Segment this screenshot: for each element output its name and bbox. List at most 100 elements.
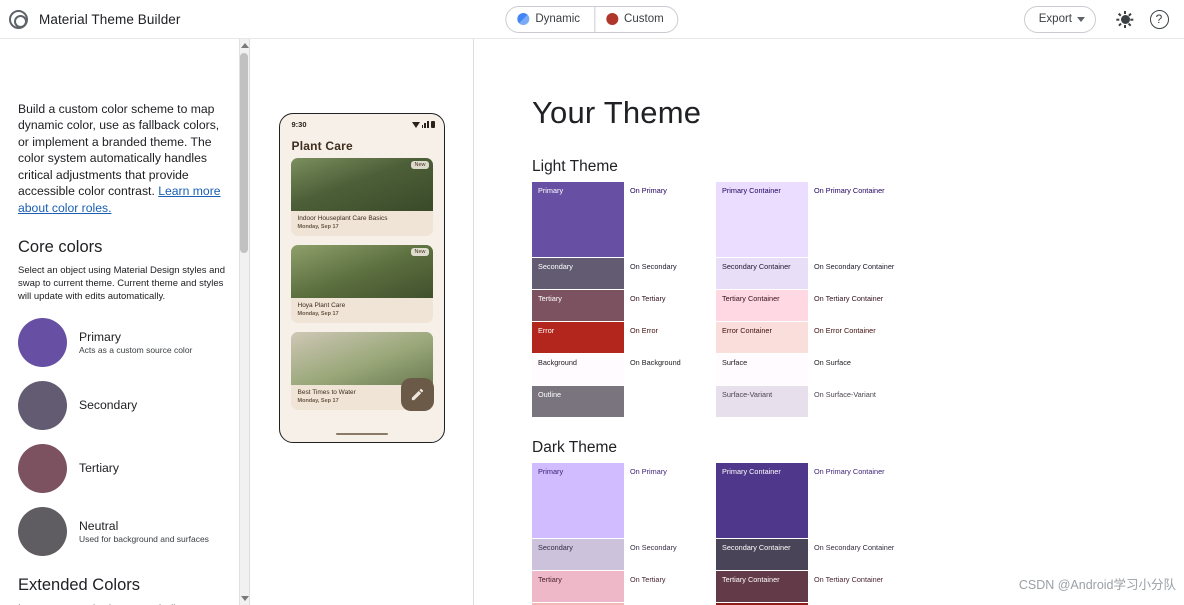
swatch-cell[interactable]: On Primary	[624, 463, 716, 538]
swatch-cell[interactable]: On Secondary Container	[808, 258, 900, 289]
swatch-cell[interactable]: Tertiary	[532, 290, 624, 321]
table-row: Primary On Primary Primary Container On …	[532, 182, 900, 257]
swatch-cell[interactable]: On Surface	[808, 354, 900, 385]
swatch-cell[interactable]	[624, 386, 716, 417]
primary-color-name: Primary	[79, 329, 121, 344]
swatch-cell[interactable]: On Secondary	[624, 258, 716, 289]
core-color-item-secondary[interactable]: Secondary	[18, 380, 231, 430]
help-button[interactable]: ?	[1142, 2, 1176, 36]
intro-paragraph: Build a custom color scheme to map dynam…	[18, 39, 231, 216]
brightness-icon	[1117, 10, 1134, 28]
signal-icon	[411, 121, 420, 128]
swatch-cell[interactable]: Error	[532, 322, 624, 353]
preview-card-1[interactable]: New Indoor Houseplant Care Basics Monday…	[290, 158, 433, 236]
tertiary-color-name: Tertiary	[79, 461, 119, 476]
swatch-cell[interactable]: On Error	[624, 322, 716, 353]
theme-preview-panel: Your Theme Light Theme Primary On Primar…	[474, 39, 1184, 605]
phone-status-bar: 9:30	[280, 114, 444, 131]
scroll-down-arrow-icon[interactable]	[241, 596, 249, 601]
swatch-cell[interactable]: Primary	[532, 182, 624, 257]
color-mode-segmented-control[interactable]: Dynamic Custom	[505, 5, 679, 33]
swatch-cell[interactable]: Primary Container	[716, 463, 808, 538]
table-row: Secondary On Secondary Secondary Contain…	[532, 539, 900, 570]
swatch-cell[interactable]: Secondary Container	[716, 258, 808, 289]
light-theme-label: Light Theme	[532, 158, 618, 175]
swatch-cell[interactable]: On Tertiary	[624, 571, 716, 602]
scrollbar-thumb[interactable]	[240, 53, 248, 253]
swatch-cell[interactable]: Tertiary	[532, 571, 624, 602]
swatch-cell[interactable]: Outline	[532, 386, 624, 417]
swatch-cell[interactable]: On Tertiary Container	[808, 571, 900, 602]
page-title: Your Theme	[532, 95, 702, 130]
primary-color-description: Acts as a custom source color	[79, 344, 193, 355]
table-row: Background On Background Surface On Surf…	[532, 354, 900, 385]
swatch-cell[interactable]: Error Container	[716, 322, 808, 353]
primary-color-swatch[interactable]	[18, 317, 67, 367]
table-row: Tertiary On Tertiary Tertiary Container …	[532, 290, 900, 321]
swatch-cell[interactable]: Surface	[716, 354, 808, 385]
swatch-cell[interactable]: On Secondary	[624, 539, 716, 570]
core-color-item-neutral[interactable]: Neutral Used for background and surfaces	[18, 506, 231, 556]
export-button-label: Export	[1038, 13, 1072, 25]
app-title: Material Theme Builder	[39, 11, 181, 27]
swatch-cell[interactable]: Primary	[532, 463, 624, 538]
light-theme-color-grid: Primary On Primary Primary Container On …	[532, 182, 900, 417]
table-row: Outline Surface-Variant On Surface-Varia…	[532, 386, 900, 417]
battery-icon	[430, 121, 435, 128]
swatch-cell[interactable]: On Tertiary	[624, 290, 716, 321]
preview-card-1-badge: New	[411, 161, 429, 169]
core-color-item-primary[interactable]: Primary Acts as a custom source color	[18, 317, 231, 367]
swatch-cell[interactable]: Primary Container	[716, 182, 808, 257]
swatch-cell[interactable]: Secondary	[532, 258, 624, 289]
status-icon-group	[411, 121, 435, 128]
custom-color-dot-icon	[606, 13, 619, 25]
swatch-cell[interactable]: Secondary	[532, 539, 624, 570]
preview-card-2-title: Hoya Plant Care	[297, 302, 346, 309]
swatch-cell[interactable]: Surface-Variant	[716, 386, 808, 417]
core-color-item-tertiary[interactable]: Tertiary	[18, 443, 231, 493]
swatch-cell[interactable]: On Secondary Container	[808, 539, 900, 570]
swatch-cell[interactable]: On Background	[624, 354, 716, 385]
swatch-cell[interactable]: Background	[532, 354, 624, 385]
swatch-cell[interactable]: Secondary Container	[716, 539, 808, 570]
tertiary-color-swatch[interactable]	[18, 443, 67, 493]
wifi-icon	[421, 121, 429, 128]
swatch-cell[interactable]: On Primary Container	[808, 463, 900, 538]
swatch-cell[interactable]: Tertiary Container	[716, 571, 808, 602]
table-row: Tertiary On Tertiary Tertiary Container …	[532, 571, 900, 602]
export-button[interactable]: Export	[1023, 5, 1096, 33]
scroll-up-arrow-icon[interactable]	[241, 43, 249, 48]
preview-card-1-title: Indoor Houseplant Care Basics	[297, 215, 388, 222]
swatch-cell[interactable]: On Primary	[624, 182, 716, 257]
swatch-cell[interactable]: On Error Container	[808, 322, 900, 353]
swatch-cell[interactable]: On Tertiary Container	[808, 290, 900, 321]
app-logo-button[interactable]	[0, 0, 36, 39]
neutral-color-swatch[interactable]	[18, 506, 67, 556]
table-row: Primary On Primary Primary Container On …	[532, 463, 900, 538]
help-icon: ?	[1149, 9, 1169, 29]
left-panel-scrollbar[interactable]	[239, 39, 249, 605]
top-bar-actions: Export ?	[1023, 2, 1184, 36]
dark-theme-label: Dark Theme	[532, 439, 617, 456]
preview-app-title: Plant Care	[291, 139, 353, 153]
material-logo-icon	[8, 9, 28, 29]
neutral-color-name: Neutral	[79, 518, 119, 533]
edit-pencil-icon	[411, 388, 423, 401]
dynamic-color-dot-icon	[517, 13, 530, 25]
phone-preview: 9:30 Plant Care New Indoor Houseplant Ca…	[278, 113, 445, 443]
swatch-cell[interactable]: On Surface-Variant	[808, 386, 900, 417]
secondary-color-swatch[interactable]	[18, 380, 67, 430]
tab-dynamic[interactable]: Dynamic	[506, 7, 594, 32]
brightness-toggle-button[interactable]	[1108, 2, 1142, 36]
tab-custom[interactable]: Custom	[594, 6, 678, 32]
device-preview-panel: 9:30 Plant Care New Indoor Houseplant Ca…	[250, 39, 474, 605]
table-row: Secondary On Secondary Secondary Contain…	[532, 258, 900, 289]
tab-custom-label: Custom	[624, 13, 664, 25]
dark-theme-color-grid: Primary On Primary Primary Container On …	[532, 463, 900, 605]
swatch-cell[interactable]: On Primary Container	[808, 182, 900, 257]
core-colors-description: Select an object using Material Design s…	[18, 265, 226, 302]
edit-fab-button[interactable]	[400, 378, 434, 411]
table-row: Error On Error Error Container On Error …	[532, 322, 900, 353]
swatch-cell[interactable]: Tertiary Container	[716, 290, 808, 321]
preview-card-2[interactable]: New Hoya Plant Care Monday, Sep 17	[290, 245, 433, 323]
